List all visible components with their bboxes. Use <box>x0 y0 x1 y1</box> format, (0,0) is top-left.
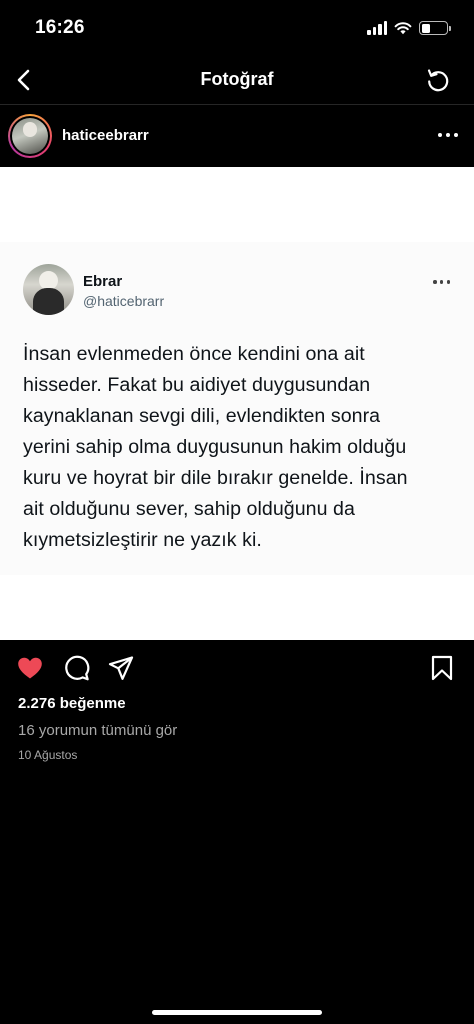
battery-level <box>421 23 430 33</box>
tweet-card: Ebrar @haticebrarr İnsan evlenmeden önce… <box>0 242 474 575</box>
story-avatar[interactable] <box>8 114 52 158</box>
comment-icon[interactable] <box>62 654 90 682</box>
page-title: Fotoğraf <box>200 69 274 89</box>
tweet-text: İnsan evlenmeden önce kendini ona ait hi… <box>23 343 408 551</box>
more-horizontal-icon[interactable] <box>438 127 458 143</box>
wifi-icon <box>394 22 412 35</box>
tweet-display-name: Ebrar <box>83 273 123 290</box>
tweet-handle: @haticebrarr <box>83 293 165 309</box>
status-time: 16:26 <box>35 17 85 38</box>
post-actions <box>0 640 474 696</box>
home-indicator[interactable] <box>152 1010 322 1015</box>
heart-filled-icon[interactable] <box>16 654 44 682</box>
tweet-avatar <box>23 264 74 315</box>
avatar <box>12 118 48 154</box>
battery-icon <box>419 21 451 35</box>
tweet-more-icon <box>433 279 450 285</box>
post-header: haticeebrarr <box>0 105 474 167</box>
post-date: 10 Ağustos <box>18 748 78 762</box>
post-photo[interactable]: Ebrar @haticebrarr İnsan evlenmeden önce… <box>0 167 474 640</box>
post-username[interactable]: haticeebrarr <box>62 127 149 144</box>
bookmark-icon[interactable] <box>428 654 456 682</box>
status-bar: 16:26 <box>0 0 474 56</box>
status-icons <box>367 19 451 37</box>
view-all-comments-link[interactable]: 16 yorumun tümünü gör <box>18 722 177 739</box>
top-nav-bar: Fotoğraf <box>0 56 474 104</box>
likes-count[interactable]: 2.276 beğenme <box>18 695 126 712</box>
refresh-icon[interactable] <box>424 66 452 94</box>
cellular-signal-icon <box>367 21 387 35</box>
send-icon[interactable] <box>107 654 135 682</box>
